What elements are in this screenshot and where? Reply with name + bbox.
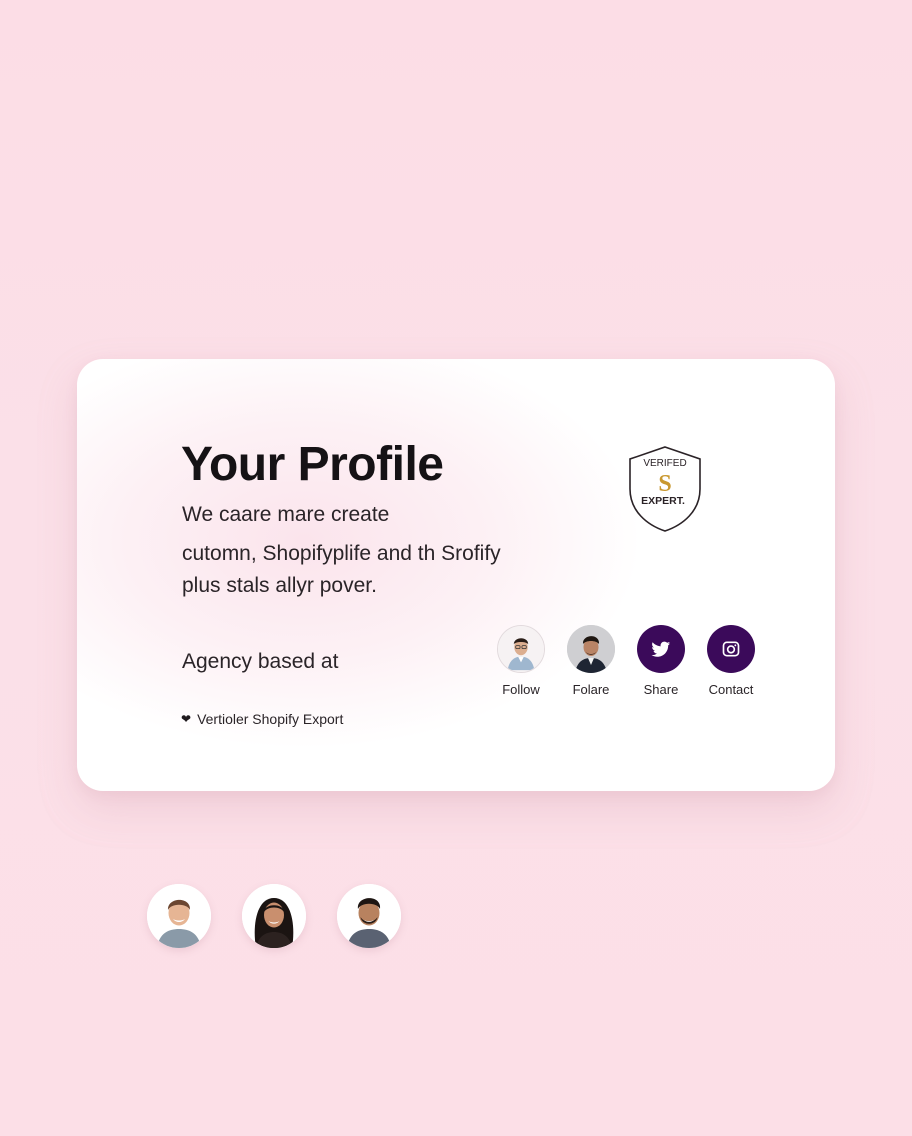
profile-description-line-1: We caare mare create: [182, 503, 390, 526]
agency-location: Agency based at: [182, 650, 339, 673]
follow-label: Follow: [502, 682, 540, 697]
profile-card: Your Profile We caare mare create cutomn…: [77, 359, 835, 791]
profile-description-line-3: plus stals allyr pover.: [182, 574, 377, 597]
verified-expert-label: Vertioler Shopify Export: [197, 711, 344, 727]
avatar-icon: [567, 625, 615, 673]
folare-label: Folare: [572, 682, 610, 697]
team-avatars: [147, 884, 401, 948]
badge-bottom-text: EXPERT.: [641, 495, 685, 507]
contact-label: Contact: [708, 682, 754, 697]
avatar-icon: [497, 625, 545, 673]
heart-icon: ❤: [181, 712, 192, 726]
instagram-icon: [707, 625, 755, 673]
contact-button[interactable]: Contact: [705, 625, 757, 697]
team-avatar-2[interactable]: [242, 884, 306, 948]
verified-expert-line: ❤ Vertioler Shopify Export: [181, 711, 343, 727]
twitter-icon: [637, 625, 685, 673]
profile-title: Your Profile: [181, 438, 444, 491]
profile-description-line-2: cutomn, Shopifyplife and th Srofify: [182, 542, 501, 565]
team-avatar-1[interactable]: [147, 884, 211, 948]
folare-button[interactable]: Folare: [565, 625, 617, 697]
profile-actions: Follow Folare Share Contact: [495, 625, 757, 697]
verified-expert-shield-icon: VERIFED S EXPERT.: [629, 446, 701, 532]
share-label: Share: [643, 682, 679, 697]
share-button[interactable]: Share: [635, 625, 687, 697]
badge-letter: S: [658, 471, 671, 497]
team-avatar-3[interactable]: [337, 884, 401, 948]
follow-button[interactable]: Follow: [495, 625, 547, 697]
badge-top-text: VERIFED: [643, 458, 686, 469]
